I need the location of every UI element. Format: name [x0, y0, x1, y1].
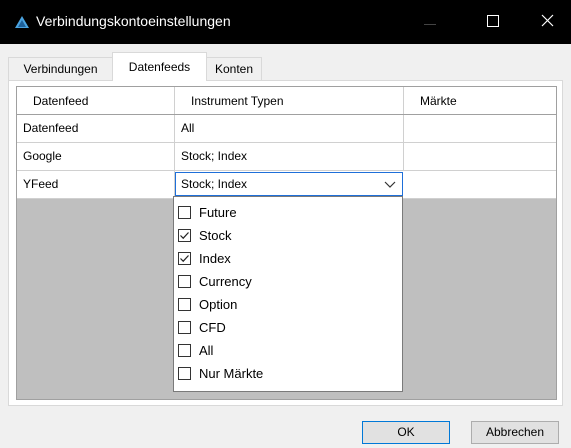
column-header-maerkte[interactable]: Märkte — [404, 87, 556, 114]
option-stock[interactable]: Stock — [176, 225, 400, 247]
header-label: Märkte — [420, 94, 457, 108]
table-row[interactable]: Google Stock; Index — [17, 143, 556, 171]
tab-verbindungen[interactable]: Verbindungen — [8, 57, 113, 80]
option-all[interactable]: All — [176, 340, 400, 362]
checkbox[interactable] — [178, 367, 191, 380]
instrument-typen-combobox[interactable]: Stock; Index — [175, 172, 403, 196]
checkbox[interactable] — [178, 229, 191, 242]
title-bar: Verbindungskontoeinstellungen — [0, 0, 571, 44]
cell-maerkte[interactable] — [404, 115, 556, 142]
option-label: Stock — [199, 228, 232, 243]
cell-datenfeed[interactable]: Google — [17, 143, 175, 170]
checkmark-icon — [180, 255, 189, 263]
cell-maerkte[interactable] — [404, 171, 556, 198]
maximize-button[interactable] — [470, 0, 516, 44]
cell-maerkte[interactable] — [404, 143, 556, 170]
option-label: Currency — [199, 274, 252, 289]
checkbox[interactable] — [178, 344, 191, 357]
cell-datenfeed[interactable]: YFeed — [17, 171, 175, 198]
cancel-button[interactable]: Abbrechen — [471, 421, 559, 444]
tab-label: Verbindungen — [23, 62, 98, 76]
close-icon — [541, 14, 554, 30]
option-label: CFD — [199, 320, 226, 335]
checkmark-icon — [180, 232, 189, 240]
option-label: All — [199, 343, 214, 358]
close-button[interactable] — [524, 0, 570, 44]
checkbox[interactable] — [178, 275, 191, 288]
minimize-icon — [424, 15, 436, 29]
option-option[interactable]: Option — [176, 294, 400, 316]
option-label: Future — [199, 205, 237, 220]
option-label: Index — [199, 251, 231, 266]
combobox-value: Stock; Index — [181, 177, 248, 191]
header-label: Instrument Typen — [191, 94, 284, 108]
tab-konten[interactable]: Konten — [206, 57, 262, 80]
cell-instrument-typen[interactable]: All — [175, 115, 404, 142]
tab-label: Datenfeeds — [128, 60, 191, 74]
option-label: Nur Märkte — [199, 366, 264, 381]
option-label: Option — [199, 297, 238, 312]
table-row[interactable]: Datenfeed All — [17, 115, 556, 143]
tab-datenfeeds[interactable]: Datenfeeds — [112, 52, 207, 81]
option-cfd[interactable]: CFD — [176, 317, 400, 339]
checkbox[interactable] — [178, 321, 191, 334]
option-currency[interactable]: Currency — [176, 271, 400, 293]
checkbox[interactable] — [178, 298, 191, 311]
column-header-instrument-typen[interactable]: Instrument Typen — [175, 87, 404, 114]
grid-header: Datenfeed Instrument Typen Märkte — [17, 87, 556, 115]
checkbox[interactable] — [178, 252, 191, 265]
chevron-down-icon[interactable] — [384, 179, 396, 189]
header-label: Datenfeed — [33, 94, 89, 108]
instrument-typen-dropdown: Future Stock Index Currency Option CFD A… — [173, 196, 403, 392]
cell-instrument-typen[interactable]: Stock; Index — [175, 143, 404, 170]
tab-label: Konten — [214, 62, 254, 76]
column-header-datenfeed[interactable]: Datenfeed — [17, 87, 175, 114]
option-future[interactable]: Future — [176, 202, 400, 224]
table-row[interactable]: YFeed Stock; Index — [17, 171, 556, 199]
minimize-button[interactable] — [407, 0, 453, 44]
checkbox[interactable] — [178, 206, 191, 219]
option-nur-maerkte[interactable]: Nur Märkte — [176, 363, 400, 385]
maximize-icon — [487, 14, 499, 30]
ok-button[interactable]: OK — [362, 421, 450, 444]
window-title: Verbindungskontoeinstellungen — [36, 13, 231, 29]
option-index[interactable]: Index — [176, 248, 400, 270]
cell-datenfeed[interactable]: Datenfeed — [17, 115, 175, 142]
app-triangle-icon — [14, 15, 30, 29]
